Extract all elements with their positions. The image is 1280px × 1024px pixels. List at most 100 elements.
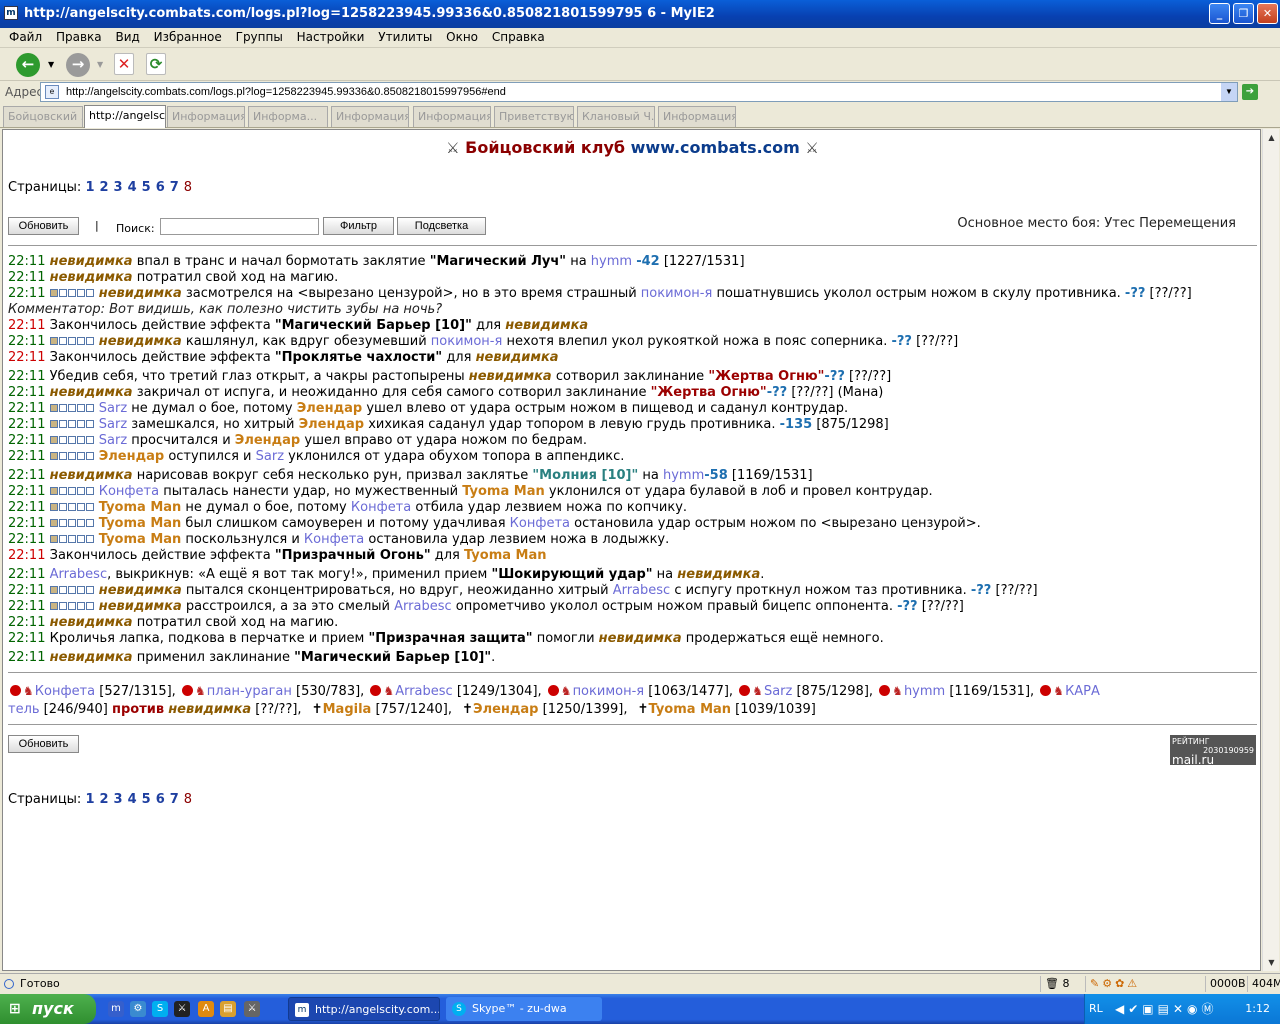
go-arrow-icon[interactable]: ➔ <box>1242 84 1258 100</box>
page-link[interactable]: 5 <box>142 180 151 195</box>
filter-button[interactable]: Фильтр <box>323 217 394 235</box>
player-name[interactable]: hymm <box>663 468 704 483</box>
tab-fight-club[interactable]: Бойцовский ... <box>3 106 83 127</box>
menu-groups[interactable]: Группы <box>231 28 288 46</box>
player-name[interactable]: Конфета <box>35 684 95 699</box>
back-dropdown-icon[interactable]: ▼ <box>48 60 54 69</box>
player-name[interactable]: Tyoma Man <box>649 702 732 717</box>
player-name[interactable]: Arrabesc <box>613 583 671 598</box>
menu-window[interactable]: Окно <box>441 28 483 46</box>
quicklaunch-aimp-icon[interactable]: A <box>198 1001 214 1017</box>
player-name[interactable]: невидимка <box>99 286 182 301</box>
quicklaunch-app-icon[interactable]: ⚙ <box>130 1001 146 1017</box>
player-name[interactable]: Элендар <box>299 417 364 432</box>
menu-edit[interactable]: Правка <box>51 28 107 46</box>
quicklaunch-game-icon[interactable]: ⚔ <box>174 1001 190 1017</box>
language-indicator[interactable]: RL <box>1089 994 1103 1024</box>
player-name[interactable]: невидимка <box>168 702 251 717</box>
player-name[interactable]: покимон-я <box>641 286 713 301</box>
page-link[interactable]: 3 <box>114 180 123 195</box>
page-link[interactable]: 7 <box>170 792 179 807</box>
page-link[interactable]: 4 <box>128 180 137 195</box>
tab-greeting[interactable]: Приветствую... <box>494 106 574 127</box>
player-name[interactable]: невидимка <box>505 318 588 333</box>
address-dropdown-icon[interactable]: ▼ <box>1221 83 1237 101</box>
menu-settings[interactable]: Настройки <box>292 28 370 46</box>
refresh-button-bottom[interactable]: Обновить <box>8 735 79 753</box>
player-name[interactable]: Sarz <box>99 401 127 416</box>
menu-favorites[interactable]: Избранное <box>149 28 227 46</box>
page-link[interactable]: 2 <box>100 792 109 807</box>
player-name[interactable]: Конфета <box>510 516 570 531</box>
player-name[interactable]: Sarz <box>764 684 792 699</box>
player-name[interactable]: Элендар <box>99 449 164 464</box>
player-name[interactable]: Tyoma Man <box>464 548 547 563</box>
clan-jester-icon[interactable]: ♞ <box>1053 682 1064 700</box>
clan-jester-icon[interactable]: ♞ <box>752 682 763 700</box>
scroll-down-icon[interactable]: ▼ <box>1264 955 1279 970</box>
tray-icons[interactable]: ◀✔▣▤✕◉Ⓜ <box>1115 994 1218 1024</box>
player-name[interactable]: невидимка <box>99 334 182 349</box>
minimize-button[interactable]: _ <box>1209 3 1230 24</box>
player-name[interactable]: Конфета <box>351 500 411 515</box>
player-name[interactable]: тель <box>8 702 40 717</box>
menu-help[interactable]: Справка <box>487 28 550 46</box>
player-name[interactable]: невидимка <box>469 369 552 384</box>
player-name[interactable]: покимон-я <box>431 334 503 349</box>
player-name[interactable]: Tyoma Man <box>99 516 182 531</box>
forward-dropdown-icon[interactable]: ▼ <box>97 60 103 69</box>
tab-angelscity[interactable]: http://angelsc... <box>84 105 166 128</box>
player-name[interactable]: план-ураган <box>207 684 292 699</box>
tab-info-3[interactable]: Информация... <box>331 106 409 127</box>
menu-view[interactable]: Вид <box>110 28 144 46</box>
scroll-up-icon[interactable]: ▲ <box>1264 130 1279 145</box>
player-name[interactable]: Arrabesc <box>395 684 453 699</box>
player-name[interactable]: Конфета <box>99 484 159 499</box>
player-name[interactable]: невидимка <box>677 567 760 582</box>
tab-info-4[interactable]: Информация... <box>413 106 491 127</box>
player-name[interactable]: невидимка <box>99 583 182 598</box>
player-name[interactable]: Tyoma Man <box>99 532 182 547</box>
close-button[interactable]: ✕ <box>1257 3 1278 24</box>
menu-utilities[interactable]: Утилиты <box>373 28 437 46</box>
player-name[interactable]: невидимка <box>50 270 133 285</box>
page-link[interactable]: 3 <box>114 792 123 807</box>
player-name[interactable]: Sarz <box>99 417 127 432</box>
tab-info-5[interactable]: Информация... <box>658 106 736 127</box>
page-link[interactable]: 6 <box>156 792 165 807</box>
refresh-icon[interactable]: ⟳ <box>146 53 166 75</box>
player-name[interactable]: hymm <box>904 684 945 699</box>
highlight-button[interactable]: Подсветка <box>397 217 486 235</box>
search-input[interactable] <box>160 218 319 235</box>
player-name[interactable]: невидимка <box>50 468 133 483</box>
page-link[interactable]: 4 <box>128 792 137 807</box>
player-name[interactable]: Sarz <box>99 433 127 448</box>
player-name[interactable]: Элендар <box>297 401 362 416</box>
player-name[interactable]: Элендар <box>235 433 300 448</box>
quicklaunch-combats-icon[interactable]: ⚔ <box>244 1001 260 1017</box>
page-link[interactable]: 7 <box>170 180 179 195</box>
start-button[interactable]: ⊞ пуск <box>0 994 96 1024</box>
player-name[interactable]: невидимка <box>50 615 133 630</box>
player-name[interactable]: Элендар <box>473 702 538 717</box>
player-name[interactable]: невидимка <box>50 650 133 665</box>
clan-jester-icon[interactable]: ♞ <box>561 682 572 700</box>
clan-jester-icon[interactable]: ♞ <box>195 682 206 700</box>
back-arrow-icon[interactable]: ← <box>16 53 40 77</box>
player-name[interactable]: Arrabesc <box>394 599 452 614</box>
status-tool-icons[interactable]: ✎⚙✿⚠ <box>1085 976 1185 992</box>
player-name[interactable]: Sarz <box>256 449 284 464</box>
player-name[interactable]: Tyoma Man <box>462 484 545 499</box>
page-link[interactable]: 2 <box>100 180 109 195</box>
tab-info-1[interactable]: Информация... <box>167 106 245 127</box>
player-name[interactable]: невидимка <box>476 350 559 365</box>
player-name[interactable]: Конфета <box>304 532 364 547</box>
popup-counter[interactable]: 🗑 8 <box>1040 976 1080 992</box>
player-name[interactable]: невидимка <box>50 385 133 400</box>
page-link[interactable]: 1 <box>85 180 94 195</box>
clan-jester-icon[interactable]: ♞ <box>23 682 34 700</box>
menu-file[interactable]: Файл <box>4 28 47 46</box>
vertical-scrollbar[interactable]: ▲ ▼ <box>1262 129 1279 971</box>
quicklaunch-skype-icon[interactable]: S <box>152 1001 168 1017</box>
refresh-button[interactable]: Обновить <box>8 217 79 235</box>
